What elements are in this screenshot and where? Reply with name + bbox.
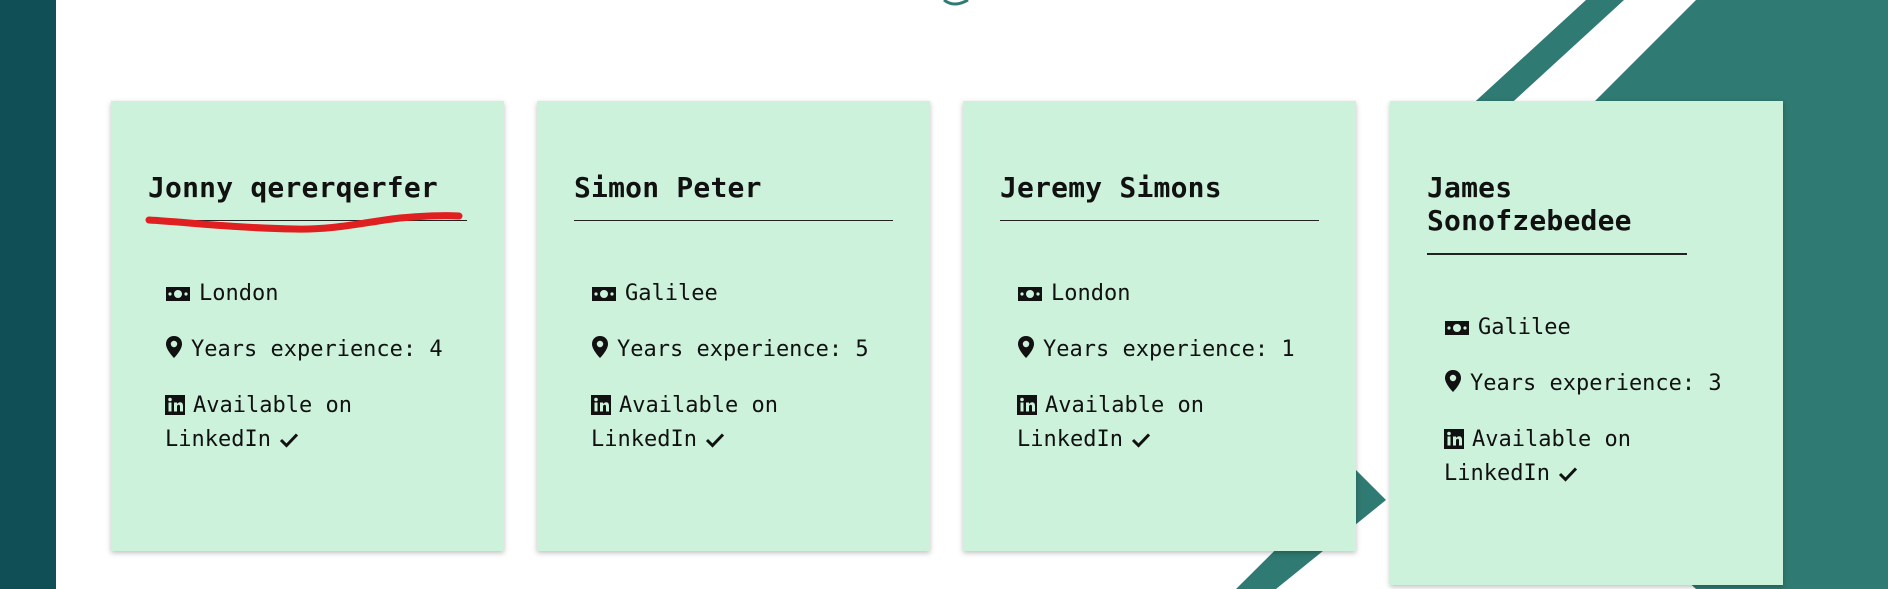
experience-label: Years experience: [617,337,843,362]
experience-value: 1 [1281,337,1295,362]
linkedin-row[interactable]: Available on LinkedIn [165,389,455,457]
candidate-name: James Sonofzebedee [1427,171,1687,255]
check-icon [1131,433,1151,448]
location-text: Galilee [1478,315,1571,340]
location-text: Galilee [625,281,718,306]
linkedin-icon [165,395,185,415]
experience-row: Years experience: 3 [1444,367,1734,401]
experience-row: Years experience: 1 [1017,333,1307,367]
check-icon [1558,467,1578,482]
location-row: London [165,277,455,311]
location-row: Galilee [591,277,881,311]
linkedin-text: Available on LinkedIn [591,393,778,452]
experience-value: 5 [855,337,869,362]
location-row: Galilee [1444,311,1734,345]
money-icon [1018,287,1042,301]
linkedin-text: Available on LinkedIn [1444,427,1631,486]
experience-row: Years experience: 5 [591,333,881,367]
check-icon [705,433,725,448]
map-pin-icon [166,336,182,358]
linkedin-icon [1444,429,1464,449]
candidate-name: Simon Peter [574,171,893,221]
candidate-card[interactable]: Jeremy Simons London Years experience: 1… [963,101,1356,551]
linkedin-text: Available on LinkedIn [165,393,352,452]
experience-value: 4 [429,337,443,362]
linkedin-icon [1017,395,1037,415]
linkedin-row[interactable]: Available on LinkedIn [1017,389,1307,457]
candidate-name: Jeremy Simons [1000,171,1319,221]
linkedin-text: Available on LinkedIn [1017,393,1204,452]
candidate-card[interactable]: Jonny qererqerfer London Years experienc… [111,101,504,551]
location-text: London [199,281,279,306]
location-text: London [1051,281,1131,306]
money-icon [1445,321,1469,335]
map-pin-icon [592,336,608,358]
candidate-name: Jonny qererqerfer [148,171,467,221]
candidate-card[interactable]: Simon Peter Galilee Years experience: 5 … [537,101,930,551]
check-icon [279,433,299,448]
linkedin-row[interactable]: Available on LinkedIn [591,389,881,457]
experience-label: Years experience: [191,337,417,362]
candidate-card[interactable]: James Sonofzebedee Galilee Years experie… [1390,101,1783,585]
experience-value: 3 [1708,371,1722,396]
linkedin-row[interactable]: Available on LinkedIn [1444,423,1734,491]
experience-row: Years experience: 4 [165,333,455,367]
money-icon [166,287,190,301]
experience-label: Years experience: [1043,337,1269,362]
map-pin-icon [1018,336,1034,358]
experience-label: Years experience: [1470,371,1696,396]
linkedin-icon [591,395,611,415]
money-icon [592,287,616,301]
content-panel: Jonny qererqerfer London Years experienc… [56,0,1888,589]
location-row: London [1017,277,1307,311]
map-pin-icon [1445,370,1461,392]
